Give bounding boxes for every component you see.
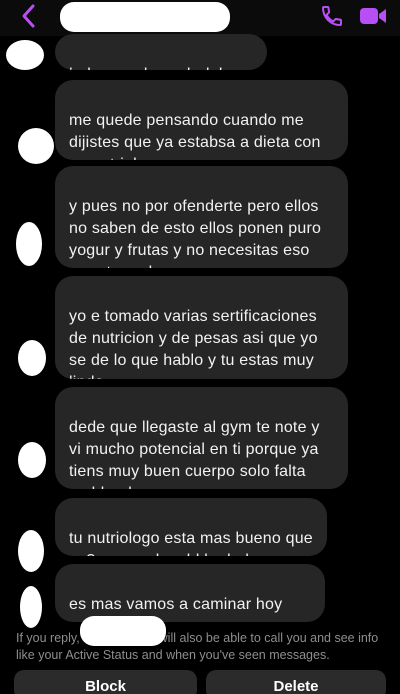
message-bubble[interactable]: dede que llegaste al gym te note y vi mu… bbox=[55, 387, 348, 489]
video-call-button[interactable] bbox=[359, 5, 387, 27]
message-bubble[interactable]: yo e tomado varias sertificaciones de nu… bbox=[55, 276, 348, 379]
block-button[interactable]: Block bbox=[14, 670, 197, 694]
audio-call-button[interactable] bbox=[320, 4, 344, 28]
notice-name-redacted bbox=[80, 616, 166, 646]
sender-avatar[interactable] bbox=[20, 586, 42, 628]
delete-button[interactable]: Delete bbox=[206, 670, 386, 694]
message-text: tu nutriologo esta mas bueno que yo? por… bbox=[69, 530, 313, 556]
video-camera-icon bbox=[360, 8, 386, 24]
message-bubble[interactable]: y pues no por ofenderte pero ellos no sa… bbox=[55, 166, 348, 268]
contact-name-redacted[interactable] bbox=[60, 2, 230, 32]
reply-notice-part1: If you reply, bbox=[16, 631, 80, 645]
sender-avatar[interactable] bbox=[18, 340, 46, 376]
message-text: dede que llegaste al gym te note y vi mu… bbox=[69, 419, 320, 489]
reply-notice: If you reply, will also be able to call … bbox=[16, 630, 388, 664]
message-bubble[interactable]: es mas vamos a caminar hoy que salgas de… bbox=[55, 564, 325, 622]
sender-avatar[interactable] bbox=[6, 40, 44, 70]
back-button[interactable] bbox=[18, 2, 40, 30]
phone-icon bbox=[321, 6, 342, 27]
message-bubble[interactable]: tu nutriologo esta mas bueno que yo? por… bbox=[55, 498, 327, 556]
sender-avatar[interactable] bbox=[18, 442, 46, 478]
chevron-left-icon bbox=[22, 4, 35, 28]
sender-avatar[interactable] bbox=[18, 128, 54, 164]
message-text: me quede pensando cuando me dijistes que… bbox=[69, 112, 321, 160]
message-text: y pues no por ofenderte pero ellos no sa… bbox=[69, 198, 322, 268]
sender-avatar[interactable] bbox=[16, 222, 42, 266]
message-text: hola soy el coach del gym bbox=[69, 56, 253, 70]
message-bubble[interactable]: hola soy el coach del gym bbox=[55, 34, 267, 70]
message-thread[interactable]: hola soy el coach del gym me quede pensa… bbox=[0, 34, 400, 630]
message-text: yo e tomado varias sertificaciones de nu… bbox=[69, 308, 318, 379]
message-bubble[interactable]: me quede pensando cuando me dijistes que… bbox=[55, 80, 348, 160]
chat-header bbox=[0, 0, 400, 36]
sender-avatar[interactable] bbox=[18, 530, 44, 572]
